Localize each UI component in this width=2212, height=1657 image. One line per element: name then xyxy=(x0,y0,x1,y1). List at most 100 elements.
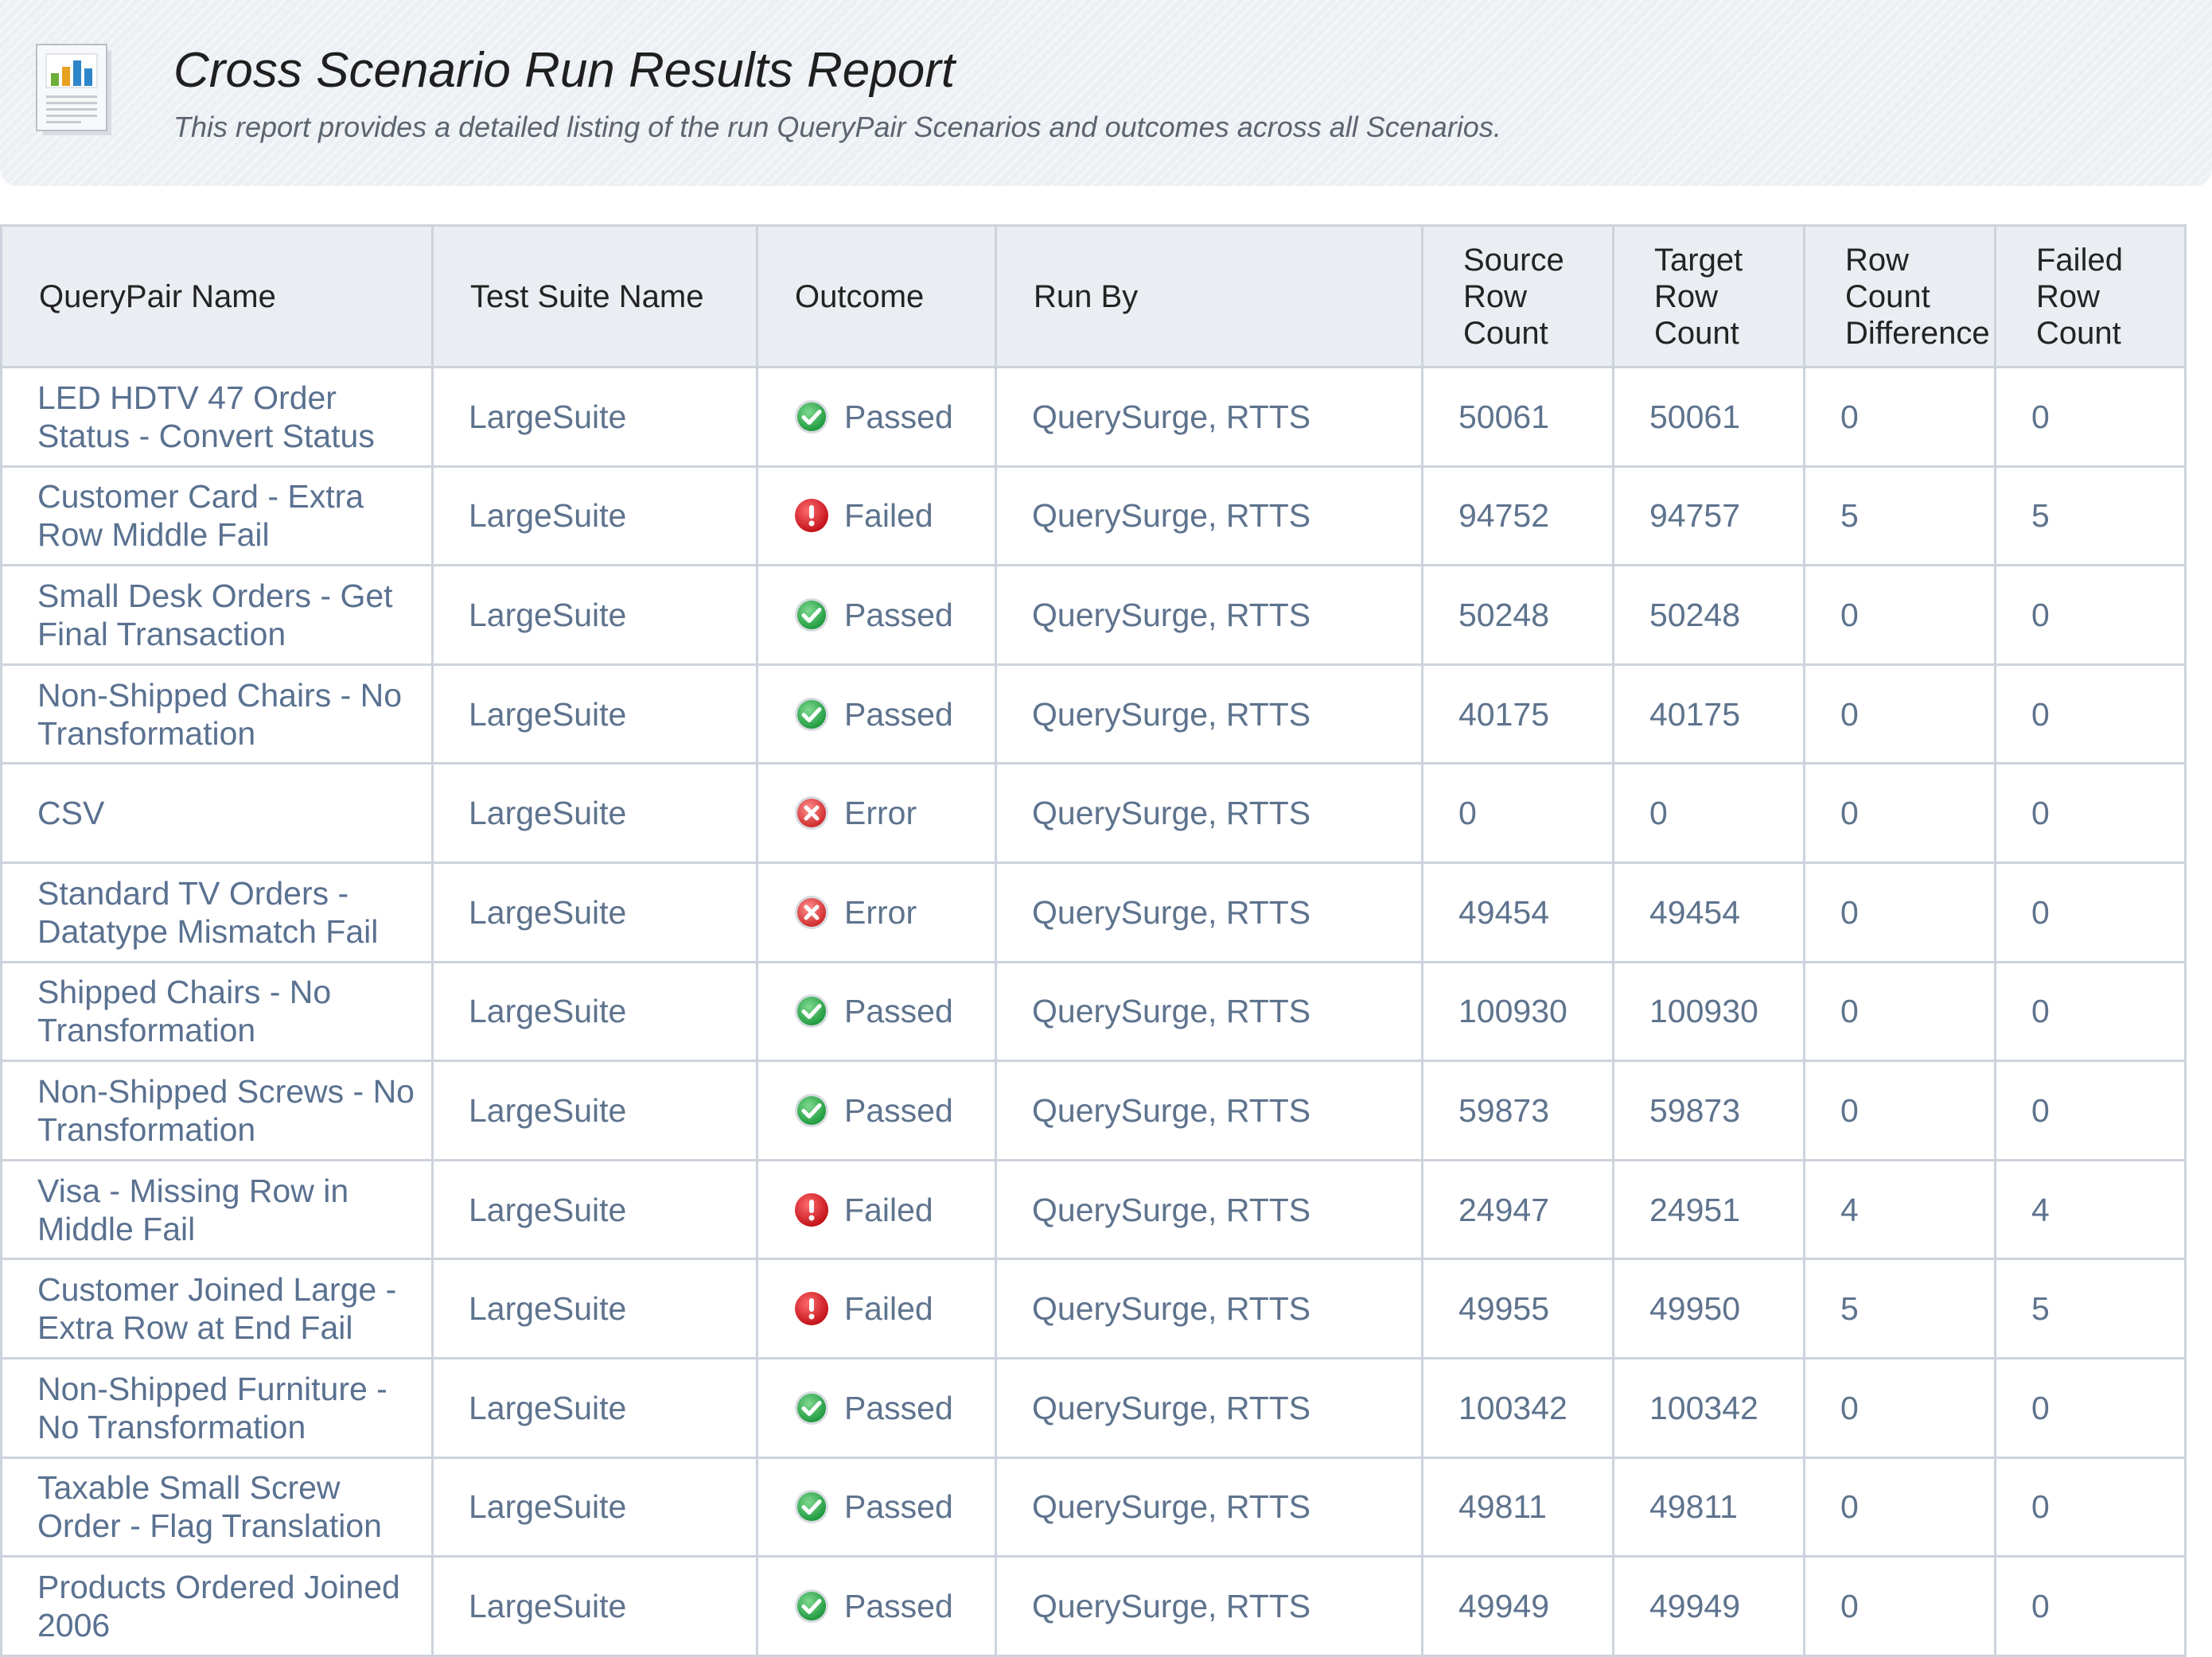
row-count-difference-cell: 0 xyxy=(1803,861,1996,963)
failed-row-count-cell: 0 xyxy=(1994,960,2187,1063)
row-count-difference-cell: 0 xyxy=(1803,564,1996,666)
source-row-count-cell: 94752 xyxy=(1421,465,1614,567)
outcome-label: Error xyxy=(844,795,917,832)
run-by-cell: QuerySurge, RTTS xyxy=(995,762,1423,864)
run-by-cell: QuerySurge, RTTS xyxy=(995,1158,1423,1261)
querypair-name-cell[interactable]: Taxable Small Screw Order - Flag Transla… xyxy=(0,1456,434,1558)
table-row[interactable]: CSV LargeSuite Error QuerySurge, RTTS 0 0 0 0 xyxy=(0,762,2187,864)
table-row[interactable]: Customer Joined Large - Extra Row at End… xyxy=(0,1258,2187,1359)
target-row-count-cell: 50248 xyxy=(1612,564,1805,666)
column-header-target-row-count[interactable]: Target Row Count xyxy=(1612,224,1805,368)
check-circle-icon xyxy=(793,1390,830,1426)
column-header-test-suite-name[interactable]: Test Suite Name xyxy=(431,224,758,368)
outcome-cell: Error xyxy=(756,762,997,864)
test-suite-cell: LargeSuite xyxy=(431,1258,758,1359)
outcome-label: Passed xyxy=(844,1587,953,1624)
column-header-label: QueryPair Name xyxy=(39,278,276,314)
check-circle-icon xyxy=(793,696,830,733)
outcome-cell: Passed xyxy=(756,366,997,468)
row-count-difference-cell: 4 xyxy=(1803,1158,1996,1261)
source-row-count-cell: 59873 xyxy=(1421,1060,1614,1161)
failed-row-count-cell: 0 xyxy=(1994,1555,2187,1657)
outcome-status: Error xyxy=(793,794,995,832)
failed-row-count-cell: 0 xyxy=(1994,1060,2187,1161)
table-row[interactable]: Small Desk Orders - Get Final Transactio… xyxy=(0,564,2187,666)
outcome-cell: Passed xyxy=(756,960,997,1063)
querypair-name-cell[interactable]: Visa - Missing Row in Middle Fail xyxy=(0,1158,434,1261)
outcome-label: Failed xyxy=(844,497,933,535)
outcome-label: Failed xyxy=(844,1191,933,1228)
table-body: LED HDTV 47 Order Status - Convert Statu… xyxy=(0,366,2187,1657)
run-by-cell: QuerySurge, RTTS xyxy=(995,663,1423,765)
run-by-cell: QuerySurge, RTTS xyxy=(995,564,1423,666)
test-suite-cell: LargeSuite xyxy=(431,861,758,963)
source-row-count-cell: 50248 xyxy=(1421,564,1614,666)
failed-row-count-cell: 0 xyxy=(1994,564,2187,666)
table-row[interactable]: Shipped Chairs - No Transformation LargeS… xyxy=(0,960,2187,1063)
source-row-count-cell: 49955 xyxy=(1421,1258,1614,1359)
report-title: Cross Scenario Run Results Report xyxy=(173,43,956,98)
table-row[interactable]: Non-Shipped Chairs - No Transformation La… xyxy=(0,663,2187,765)
column-header-label: Row Count Difference xyxy=(1845,242,1990,351)
row-count-difference-cell: 5 xyxy=(1803,1258,1996,1359)
row-count-difference-cell: 0 xyxy=(1803,1060,1996,1161)
outcome-status: Passed xyxy=(793,596,995,634)
outcome-label: Error xyxy=(844,893,917,931)
column-header-row-count-difference[interactable]: Row Count Difference xyxy=(1803,224,1996,368)
outcome-cell: Passed xyxy=(756,1356,997,1459)
report-header: Cross Scenario Run Results Report This r… xyxy=(0,0,2212,186)
source-row-count-cell: 49811 xyxy=(1421,1456,1614,1558)
outcome-cell: Passed xyxy=(756,1060,997,1161)
column-header-label: Test Suite Name xyxy=(470,278,704,314)
querypair-name-cell[interactable]: Non-Shipped Chairs - No Transformation xyxy=(0,663,434,765)
outcome-status: Error xyxy=(793,893,995,932)
table-row[interactable]: Products Ordered Joined 2006 LargeSuite Pa… xyxy=(0,1555,2187,1657)
querypair-name-cell[interactable]: CSV xyxy=(0,762,434,864)
column-header-outcome[interactable]: Outcome xyxy=(756,224,997,368)
querypair-name-cell[interactable]: Standard TV Orders - Datatype Mismatch F… xyxy=(0,861,434,963)
source-row-count-cell: 0 xyxy=(1421,762,1614,864)
column-header-label: Outcome xyxy=(795,278,925,314)
querypair-name-cell[interactable]: LED HDTV 47 Order Status - Convert Statu… xyxy=(0,366,434,468)
target-row-count-cell: 40175 xyxy=(1612,663,1805,765)
run-by-cell: QuerySurge, RTTS xyxy=(995,960,1423,1063)
target-row-count-cell: 59873 xyxy=(1612,1060,1805,1161)
report-subtitle: This report provides a detailed listing … xyxy=(173,111,1501,143)
querypair-name-cell[interactable]: Customer Card - Extra Row Middle Fail xyxy=(0,465,434,567)
column-header-failed-row-count[interactable]: Failed Row Count xyxy=(1994,224,2187,368)
test-suite-cell: LargeSuite xyxy=(431,1060,758,1161)
column-header-source-row-count[interactable]: Source Row Count xyxy=(1421,224,1614,368)
table-row[interactable]: Non-Shipped Screws - No Transformation La… xyxy=(0,1060,2187,1161)
table-row[interactable]: Non-Shipped Furniture - No Transformatio… xyxy=(0,1356,2187,1459)
test-suite-cell: LargeSuite xyxy=(431,960,758,1063)
target-row-count-cell: 50061 xyxy=(1612,366,1805,468)
outcome-status: Passed xyxy=(793,695,995,733)
table-row[interactable]: LED HDTV 47 Order Status - Convert Statu… xyxy=(0,366,2187,468)
run-by-cell: QuerySurge, RTTS xyxy=(995,465,1423,567)
column-header-label: Target Row Count xyxy=(1654,242,1743,351)
outcome-label: Failed xyxy=(844,1290,933,1328)
querypair-name-cell[interactable]: Small Desk Orders - Get Final Transactio… xyxy=(0,564,434,666)
source-row-count-cell: 100930 xyxy=(1421,960,1614,1063)
target-row-count-cell: 24951 xyxy=(1612,1158,1805,1261)
querypair-name-cell[interactable]: Non-Shipped Screws - No Transformation xyxy=(0,1060,434,1161)
column-header-run-by[interactable]: Run By xyxy=(995,224,1423,368)
row-count-difference-cell: 5 xyxy=(1803,465,1996,567)
column-header-querypair-name[interactable]: QueryPair Name xyxy=(0,224,434,368)
querypair-name-cell[interactable]: Non-Shipped Furniture - No Transformatio… xyxy=(0,1356,434,1459)
exclamation-circle-icon xyxy=(793,1290,830,1327)
querypair-name-cell[interactable]: Customer Joined Large - Extra Row at End… xyxy=(0,1258,434,1359)
table-row[interactable]: Customer Card - Extra Row Middle Fail Lar… xyxy=(0,465,2187,567)
run-by-cell: QuerySurge, RTTS xyxy=(995,1356,1423,1459)
table-row[interactable]: Standard TV Orders - Datatype Mismatch F… xyxy=(0,861,2187,963)
querypair-name-cell[interactable]: Products Ordered Joined 2006 xyxy=(0,1555,434,1657)
outcome-status: Passed xyxy=(793,1091,995,1130)
table-row[interactable]: Taxable Small Screw Order - Flag Transla… xyxy=(0,1456,2187,1558)
outcome-cell: Passed xyxy=(756,564,997,666)
table-row[interactable]: Visa - Missing Row in Middle Fail LargeSu… xyxy=(0,1158,2187,1261)
check-circle-icon xyxy=(793,597,830,633)
outcome-status: Passed xyxy=(793,1488,995,1526)
target-row-count-cell: 49811 xyxy=(1612,1456,1805,1558)
failed-row-count-cell: 4 xyxy=(1994,1158,2187,1261)
querypair-name-cell[interactable]: Shipped Chairs - No Transformation xyxy=(0,960,434,1063)
